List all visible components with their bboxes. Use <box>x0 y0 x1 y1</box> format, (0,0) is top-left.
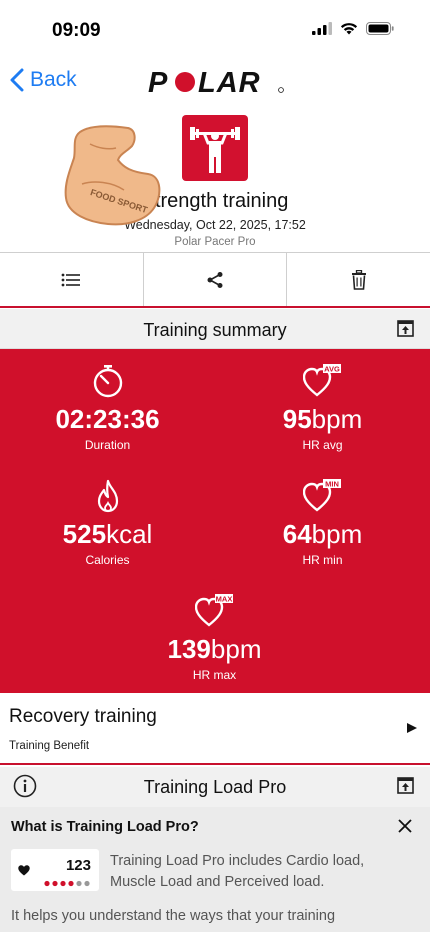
hr-max-value: 139 <box>167 634 211 664</box>
wifi-icon <box>340 23 358 35</box>
training-benefit-row[interactable]: Recovery training Training Benefit <box>0 693 430 765</box>
nav-bar: Back P LAR <box>0 60 430 104</box>
training-benefit-title: Recovery training <box>9 706 157 727</box>
avg-badge: AVG <box>324 365 340 374</box>
stat-duration: 02:23:36 Duration <box>0 362 215 452</box>
stopwatch-icon <box>93 365 122 398</box>
training-benefit-subtitle: Training Benefit <box>9 740 90 752</box>
training-load-number: 123 <box>65 857 91 874</box>
load-dots <box>44 880 90 887</box>
training-load-info: What is Training Load Pro? 123 Training … <box>0 807 430 932</box>
close-icon[interactable] <box>398 819 412 833</box>
duration-value: 02:23:36 <box>55 404 160 434</box>
list-icon <box>61 273 81 286</box>
training-summary-header[interactable]: Training summary <box>0 309 430 349</box>
workout-header: Strength training Wednesday, Oct 22, 202… <box>0 110 430 252</box>
details-list-button[interactable] <box>0 253 144 306</box>
collapse-icon[interactable] <box>397 777 414 799</box>
svg-text:P: P <box>148 68 168 96</box>
hr-min-value: 64 <box>282 519 312 549</box>
training-load-question: What is Training Load Pro? <box>11 819 199 835</box>
back-button[interactable]: Back <box>10 68 77 92</box>
stat-hr-min: MIN 64bpm HR min <box>215 477 430 567</box>
hr-avg-unit: bpm <box>311 404 363 434</box>
hr-avg-value: 95 <box>282 404 312 434</box>
calories-value: 525 <box>62 519 107 549</box>
collapse-icon[interactable] <box>397 320 414 342</box>
svg-text:LAR: LAR <box>198 68 261 96</box>
flexed-arm-sticker: FOOD SPORT <box>62 124 174 228</box>
strength-training-icon <box>182 115 248 181</box>
delete-button[interactable] <box>287 253 430 306</box>
chevron-left-icon <box>10 68 24 92</box>
training-load-header[interactable]: Training Load Pro <box>0 767 430 807</box>
heart-avg-icon: AVG <box>302 364 341 397</box>
heart-icon <box>18 865 30 876</box>
training-summary-title: Training summary <box>143 320 287 340</box>
flame-icon <box>97 479 118 513</box>
hr-max-label: HR max <box>192 668 237 682</box>
stat-calories: 525kcal Calories <box>0 477 215 567</box>
calories-unit: kcal <box>106 519 153 549</box>
training-load-title: Training Load Pro <box>143 777 287 797</box>
battery-icon <box>366 22 394 35</box>
max-badge: MAX <box>215 595 232 604</box>
back-label: Back <box>30 68 77 91</box>
stat-hr-max: MAX 139bpm HR max <box>107 592 322 682</box>
action-row <box>0 252 430 308</box>
polar-logo: P LAR <box>148 67 288 101</box>
signal-icon <box>312 22 332 35</box>
training-load-description: Training Load Pro includes Cardio load, … <box>110 853 365 890</box>
share-button[interactable] <box>144 253 288 306</box>
hr-min-unit: bpm <box>311 519 363 549</box>
heart-min-icon: MIN <box>302 479 341 512</box>
trash-icon <box>351 269 366 290</box>
training-load-card: 123 <box>11 849 99 891</box>
play-arrow-icon <box>407 723 417 733</box>
min-badge: MIN <box>325 480 339 489</box>
duration-label: Duration <box>84 438 131 452</box>
status-time: 09:09 <box>52 20 101 41</box>
hr-max-unit: bpm <box>210 634 262 664</box>
hr-min-label: HR min <box>302 553 343 567</box>
share-icon <box>207 271 223 288</box>
training-summary-panel: 02:23:36 Duration AVG 95bpm HR avg 525kc… <box>0 349 430 693</box>
training-load-more-text: It helps you understand the ways that yo… <box>11 908 336 924</box>
hr-avg-label: HR avg <box>302 438 343 452</box>
heart-max-icon: MAX <box>194 594 233 627</box>
status-bar: 09:09 <box>0 0 430 58</box>
stat-hr-avg: AVG 95bpm HR avg <box>215 362 430 452</box>
calories-label: Calories <box>85 553 130 567</box>
status-icons <box>312 22 394 35</box>
device-name: Polar Pacer Pro <box>174 236 256 248</box>
